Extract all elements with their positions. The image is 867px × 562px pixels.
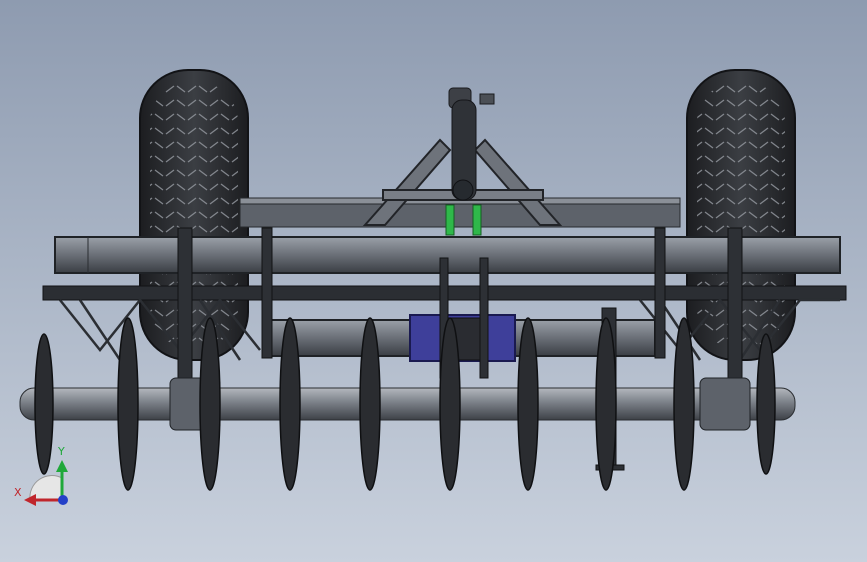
y-axis-label: Y <box>57 445 65 458</box>
disc-harrow-model-icon: Y X <box>14 69 847 506</box>
z-axis-dot-icon <box>58 495 68 505</box>
y-axis-arrow-icon <box>56 460 68 472</box>
rear-frame <box>239 197 681 228</box>
x-axis-label: X <box>14 486 22 499</box>
cad-viewport[interactable]: Y X <box>0 0 867 562</box>
center-subframe <box>264 314 656 362</box>
